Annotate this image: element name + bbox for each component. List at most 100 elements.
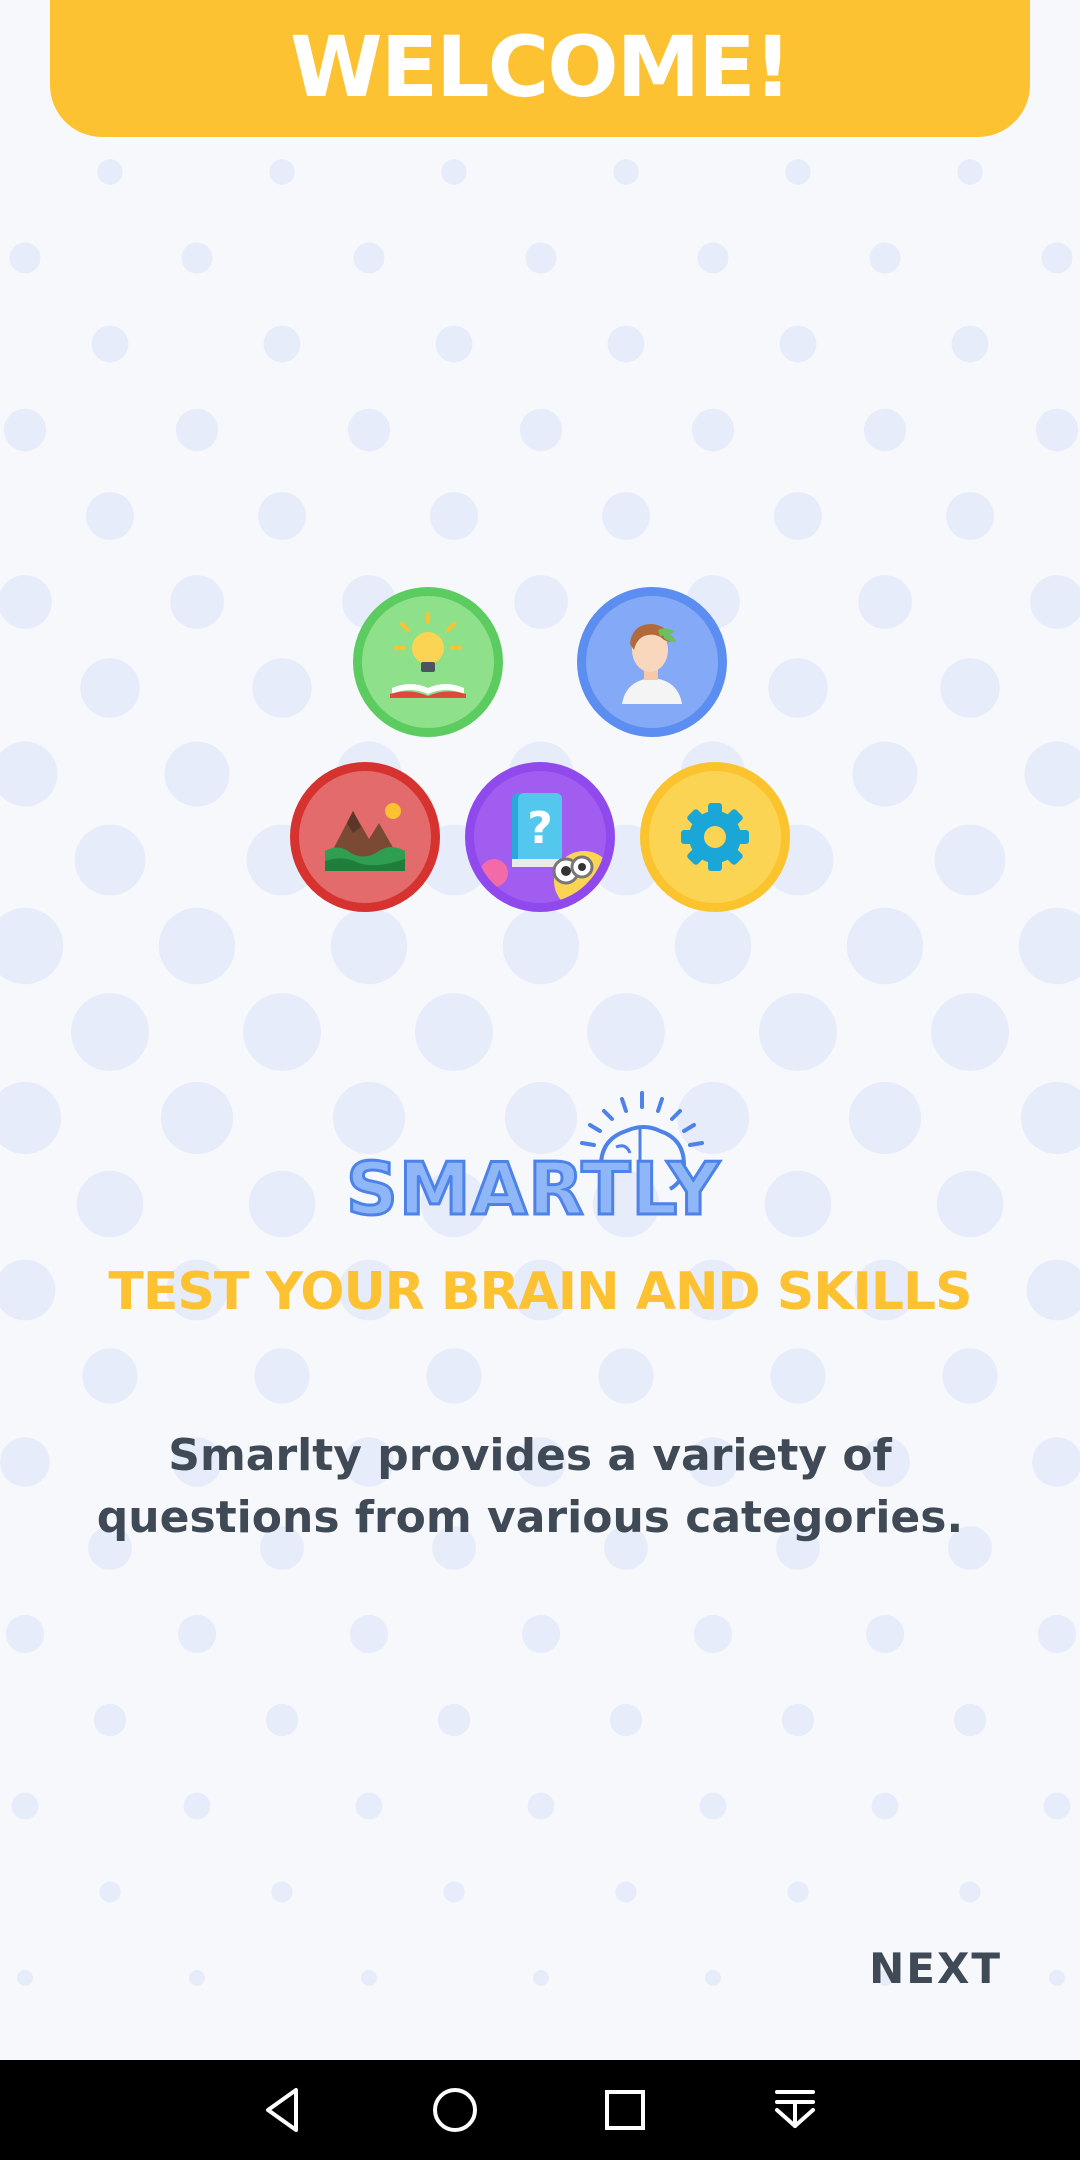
background-dot — [691, 408, 735, 452]
background-dot — [252, 658, 312, 718]
background-dot — [177, 1614, 217, 1654]
background-dot — [781, 1703, 815, 1737]
history-badge — [577, 587, 727, 737]
tagline: TEST YOUR BRAIN AND SKILLS — [108, 1262, 972, 1322]
background-dot — [946, 492, 994, 540]
system-navigation-bar — [0, 2060, 1080, 2160]
background-dot — [1041, 242, 1073, 274]
background-dot — [1024, 741, 1080, 807]
background-dot — [0, 575, 52, 629]
background-dot — [189, 1970, 205, 1986]
home-circle-icon[interactable] — [427, 2082, 483, 2138]
background-dot — [871, 1792, 899, 1820]
background-dot — [263, 325, 301, 363]
back-triangle-icon[interactable] — [256, 2082, 312, 2138]
background-dot — [347, 408, 391, 452]
background-dot — [1032, 1437, 1080, 1487]
background-dot — [609, 1703, 643, 1737]
background-dot — [9, 242, 41, 274]
geography-badge — [290, 762, 440, 912]
question-book-icon: ? — [480, 793, 606, 903]
logo-text: SMARTLY — [344, 1146, 721, 1233]
recents-square-icon[interactable] — [597, 2082, 653, 2138]
smartly-logo: SMARTLY — [340, 1085, 740, 1235]
svg-text:?: ? — [527, 803, 553, 854]
background-dot — [615, 1881, 637, 1903]
background-dot — [5, 1614, 45, 1654]
background-dot — [699, 1792, 727, 1820]
background-dot — [697, 242, 729, 274]
background-dot — [602, 492, 650, 540]
background-dot — [514, 575, 568, 629]
mountain-landscape-icon — [325, 803, 405, 871]
background-dot — [183, 1792, 211, 1820]
background-dot — [160, 1081, 234, 1155]
background-dot — [441, 159, 467, 185]
background-dot — [533, 1970, 549, 1986]
background-dot — [693, 1614, 733, 1654]
description-text: Smarlty provides a variety of questions … — [96, 1430, 964, 1543]
background-dot — [164, 741, 230, 807]
background-dot — [415, 993, 493, 1071]
background-dot — [527, 1792, 555, 1820]
background-dot — [587, 993, 665, 1071]
background-dot — [330, 907, 408, 985]
background-dot — [170, 575, 224, 629]
background-dot — [774, 492, 822, 540]
background-dot — [768, 658, 828, 718]
background-dot — [848, 1081, 922, 1155]
background-dot — [869, 242, 901, 274]
background-dot — [426, 1348, 482, 1404]
background-dot — [11, 1792, 39, 1820]
background-dot — [1020, 1081, 1080, 1155]
background-dot — [3, 408, 47, 452]
greek-bust-icon — [622, 624, 682, 704]
background-dot-pattern — [0, 159, 1080, 1986]
background-dot — [99, 1881, 121, 1903]
background-dot — [785, 159, 811, 185]
background-dot — [519, 408, 563, 452]
background-dot — [82, 1348, 138, 1404]
background-dot — [779, 325, 817, 363]
background-dot — [1018, 907, 1080, 985]
welcome-title: WELCOME! — [290, 17, 792, 116]
background-dot — [443, 1881, 465, 1903]
background-dot — [91, 325, 129, 363]
background-dot — [525, 242, 557, 274]
background-dot — [1049, 1970, 1065, 1986]
background-dot — [1030, 575, 1080, 629]
background-dot — [97, 159, 123, 185]
background-dot — [951, 325, 989, 363]
background-dot — [349, 1614, 389, 1654]
background-dot — [1035, 408, 1079, 452]
background-dot — [957, 159, 983, 185]
settings-badge — [640, 762, 790, 912]
background-dot — [175, 408, 219, 452]
background-dot — [437, 1703, 471, 1737]
gear-icon — [681, 803, 749, 871]
background-dot — [865, 1614, 905, 1654]
background-dot — [764, 1170, 832, 1238]
background-dot — [269, 159, 295, 185]
background-dot — [80, 658, 140, 718]
background-dot — [942, 1348, 998, 1404]
background-dot — [787, 1881, 809, 1903]
pull-down-icon[interactable] — [767, 2082, 823, 2138]
background-dot — [361, 1970, 377, 1986]
welcome-screen: WELCOME! ? SMARTLY TEST YOUR BRAIN AND S… — [0, 0, 1080, 2160]
next-button[interactable]: NEXT — [861, 1940, 1010, 1997]
background-dot — [243, 993, 321, 1071]
background-dot — [271, 1881, 293, 1903]
background-dot — [265, 1703, 299, 1737]
background-dot — [863, 408, 907, 452]
knowledge-badge — [353, 587, 503, 737]
background-dot — [0, 741, 58, 807]
background-dot — [158, 907, 236, 985]
background-dot — [86, 492, 134, 540]
background-dot — [674, 907, 752, 985]
background-dot — [0, 1437, 50, 1487]
background-dot — [76, 1170, 144, 1238]
background-dot — [435, 325, 473, 363]
background-dot — [0, 1081, 62, 1155]
background-dot — [353, 242, 385, 274]
